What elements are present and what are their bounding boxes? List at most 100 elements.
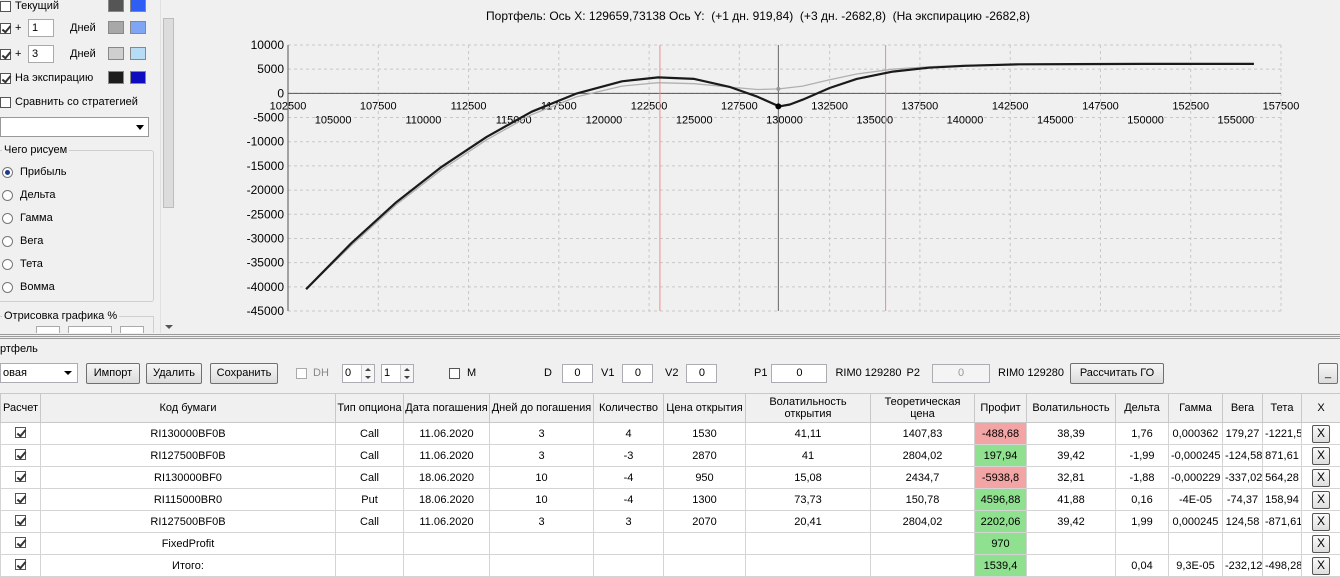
cell-vol[interactable] — [1026, 554, 1116, 577]
row-calc-checkbox[interactable] — [15, 426, 26, 438]
cell-theo[interactable] — [870, 554, 975, 577]
cell-open-price[interactable] — [663, 532, 746, 555]
cell-profit[interactable]: 2202,06 — [974, 510, 1027, 533]
cell-type[interactable]: Call — [335, 422, 404, 445]
cell-delta[interactable]: 1,99 — [1115, 510, 1169, 533]
cell-theo[interactable] — [870, 532, 975, 555]
cell-open-price[interactable]: 1300 — [663, 488, 746, 511]
cell-open-vol[interactable]: 20,41 — [745, 510, 871, 533]
cell-open-price[interactable]: 950 — [663, 466, 746, 489]
col-header-days[interactable]: Дней до погашения — [489, 393, 594, 423]
radio-vega[interactable]: Вега — [2, 232, 43, 250]
remove-row-button[interactable]: X — [1312, 446, 1330, 465]
cell-type[interactable] — [335, 532, 404, 555]
remove-cell[interactable]: X — [1301, 554, 1340, 577]
cell-delta[interactable]: 0,04 — [1115, 554, 1169, 577]
cell-days[interactable]: 10 — [489, 466, 594, 489]
m-option[interactable]: M — [449, 362, 476, 384]
cell-profit[interactable]: 4596,88 — [974, 488, 1027, 511]
calc-cell[interactable] — [0, 488, 41, 511]
remove-row-button[interactable]: X — [1312, 468, 1330, 487]
scrollbar-thumb[interactable] — [163, 18, 174, 208]
col-header-open-price[interactable]: Цена открытия — [663, 393, 746, 423]
remove-cell[interactable]: X — [1301, 510, 1340, 533]
cell-days[interactable] — [489, 532, 594, 555]
compare-checkbox[interactable] — [0, 96, 11, 108]
remove-row-button[interactable]: X — [1312, 490, 1330, 509]
cell-type[interactable]: Put — [335, 488, 404, 511]
draw-percent-input-3[interactable] — [120, 326, 144, 333]
col-header-gamma[interactable]: Гамма — [1168, 393, 1223, 423]
cell-open-vol[interactable] — [745, 532, 871, 555]
col-header-delta[interactable]: Дельта — [1115, 393, 1169, 423]
table-row[interactable]: RI115000BR0 Put 18.06.2020 10 -4 1300 73,73 150… — [0, 488, 1340, 511]
cell-vol[interactable]: 39,42 — [1026, 510, 1116, 533]
table-row[interactable]: RI130000BF0B Call 11.06.2020 3 4 1530 41,11 140… — [0, 422, 1340, 445]
cell-type[interactable]: Call — [335, 466, 404, 489]
save-button[interactable]: Сохранить — [210, 362, 278, 384]
remove-cell[interactable]: X — [1301, 444, 1340, 467]
remove-row-button[interactable]: X — [1312, 512, 1330, 531]
cell-code[interactable]: RI127500BF0B — [40, 510, 336, 533]
remove-row-button[interactable]: X — [1312, 556, 1330, 575]
portfolio-dropdown[interactable]: овая — [0, 363, 78, 383]
cell-profit[interactable]: -488,68 — [974, 422, 1027, 445]
col-header-x[interactable]: X — [1301, 393, 1340, 423]
cell-days[interactable] — [489, 554, 594, 577]
p1-field[interactable]: 0 — [771, 363, 828, 383]
spinner-arrows-icon[interactable] — [400, 364, 413, 382]
remove-row-button[interactable]: X — [1312, 534, 1330, 553]
cell-open-vol[interactable] — [745, 554, 871, 577]
cell-delta[interactable]: 1,76 — [1115, 422, 1169, 445]
row-calc-checkbox[interactable] — [15, 536, 26, 548]
cell-date[interactable]: 18.06.2020 — [403, 488, 490, 511]
col-header-qty[interactable]: Количество — [593, 393, 664, 423]
remove-cell[interactable]: X — [1301, 532, 1340, 555]
cell-theta[interactable]: 158,94 — [1262, 488, 1302, 511]
current-color2-swatch[interactable] — [130, 0, 146, 12]
cell-open-price[interactable] — [663, 554, 746, 577]
cell-qty[interactable]: 4 — [593, 422, 664, 445]
cell-vega[interactable]: -232,12 — [1222, 554, 1263, 577]
cell-type[interactable]: Call — [335, 444, 404, 467]
col-header-vol[interactable]: Волатильность — [1026, 393, 1116, 423]
dh-option[interactable]: DH — [296, 362, 329, 384]
calc-cell[interactable] — [0, 532, 41, 555]
cell-open-price[interactable]: 2070 — [663, 510, 746, 533]
plus1-checkbox[interactable] — [0, 22, 11, 34]
cell-delta[interactable]: -1,88 — [1115, 466, 1169, 489]
cell-days[interactable]: 3 — [489, 510, 594, 533]
dh-checkbox[interactable] — [296, 367, 307, 379]
cell-vega[interactable]: -337,02 — [1222, 466, 1263, 489]
remove-cell[interactable]: X — [1301, 422, 1340, 445]
col-header-type[interactable]: Тип опциона — [335, 393, 404, 423]
cell-qty[interactable]: -4 — [593, 488, 664, 511]
cell-qty[interactable]: -4 — [593, 466, 664, 489]
plus3-color1-swatch[interactable] — [108, 47, 124, 60]
cell-code[interactable]: FixedProfit — [40, 532, 336, 555]
expiration-color1-swatch[interactable] — [108, 71, 124, 84]
cell-vol[interactable] — [1026, 532, 1116, 555]
row-calc-checkbox[interactable] — [15, 492, 26, 504]
cell-qty[interactable] — [593, 532, 664, 555]
draw-percent-input-2[interactable] — [68, 326, 112, 333]
cell-theta[interactable]: -871,61 — [1262, 510, 1302, 533]
cell-date[interactable]: 18.06.2020 — [403, 466, 490, 489]
payoff-chart[interactable]: Портфель: Ось X: 129659,73138 Ось Y: (+1… — [176, 0, 1340, 333]
import-button[interactable]: Импорт — [86, 362, 140, 384]
cell-delta[interactable] — [1115, 532, 1169, 555]
cell-theo[interactable]: 1407,83 — [870, 422, 975, 445]
radio-profit[interactable]: Прибыль — [2, 163, 67, 181]
cell-gamma[interactable]: 0,000245 — [1168, 510, 1223, 533]
cell-open-vol[interactable]: 15,08 — [745, 466, 871, 489]
cell-vega[interactable]: -124,58 — [1222, 444, 1263, 467]
row-calc-checkbox[interactable] — [15, 448, 26, 460]
cell-qty[interactable]: 3 — [593, 510, 664, 533]
cell-open-price[interactable]: 1530 — [663, 422, 746, 445]
radio-vomma[interactable]: Вомма — [2, 278, 55, 296]
table-row[interactable]: RI130000BF0 Call 18.06.2020 10 -4 950 15,08 243… — [0, 466, 1340, 489]
table-row[interactable]: Итого: 1539,4 0,04 9,3E-05 -232,12 -498,28 X — [0, 554, 1340, 577]
plus1-color2-swatch[interactable] — [130, 21, 146, 34]
table-row[interactable]: RI127500BF0B Call 11.06.2020 3 -3 2870 41 2804,… — [0, 444, 1340, 467]
draw-percent-input-1[interactable] — [36, 326, 60, 333]
